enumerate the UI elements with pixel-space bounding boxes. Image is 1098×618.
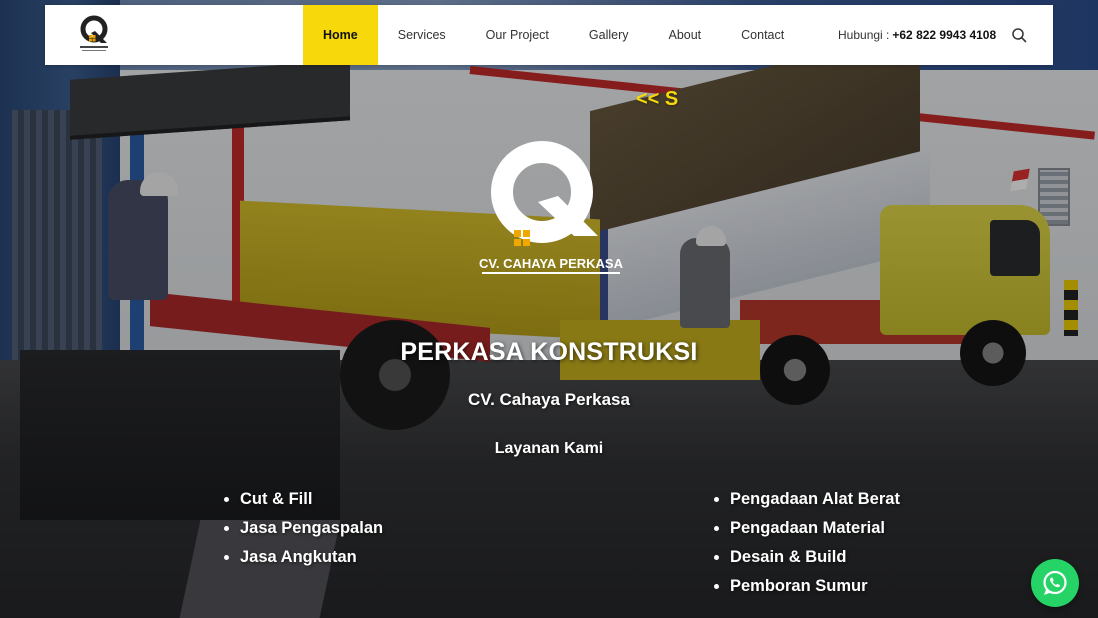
service-item-cut-fill: Cut & Fill: [222, 485, 383, 514]
services-list-right: Pengadaan Alat Berat Pengadaan Material …: [712, 485, 900, 601]
nav-item-our-project[interactable]: Our Project: [466, 5, 569, 65]
dark-overlay: [0, 0, 1098, 618]
contact-label: Hubungi :: [838, 28, 890, 42]
service-item-pengadaan-alat-berat: Pengadaan Alat Berat: [712, 485, 900, 514]
marquee-text: << S: [636, 88, 679, 110]
hero-subtitle: CV. Cahaya Perkasa: [468, 390, 630, 409]
service-item-pemboran-sumur: Pemboran Sumur: [712, 572, 900, 601]
service-item-jasa-pengaspalan: Jasa Pengaspalan: [222, 514, 383, 543]
contact-phone[interactable]: Hubungi : +62 822 9943 4108: [838, 5, 996, 65]
whatsapp-icon: [1043, 570, 1067, 595]
hero-title: PERKASA KONSTRUKSI: [400, 338, 698, 366]
hero-logo: CV. CAHAYA PERKASA: [479, 141, 624, 274]
nav-item-services[interactable]: Services: [378, 5, 466, 65]
site-header: Home Services Our Project Gallery About …: [45, 5, 1053, 65]
nav-item-about[interactable]: About: [648, 5, 721, 65]
nav-item-gallery[interactable]: Gallery: [569, 5, 649, 65]
nav-item-contact[interactable]: Contact: [721, 5, 804, 65]
service-item-pengadaan-material: Pengadaan Material: [712, 514, 900, 543]
services-list-left: Cut & Fill Jasa Pengaspalan Jasa Angkuta…: [222, 485, 383, 572]
services-heading: Layanan Kami: [494, 440, 604, 457]
hero-logo-text: CV. CAHAYA PERKASA: [479, 256, 624, 271]
main-nav: Home Services Our Project Gallery About …: [303, 5, 804, 65]
running-text-marquee: << S: [636, 88, 680, 116]
nav-item-home[interactable]: Home: [303, 5, 378, 65]
service-item-desain-build: Desain & Build: [712, 543, 900, 572]
service-item-jasa-angkutan: Jasa Angkutan: [222, 543, 383, 572]
whatsapp-button[interactable]: [1031, 559, 1079, 607]
contact-phone-number[interactable]: +62 822 9943 4108: [892, 28, 996, 42]
cahaya-perkasa-logo-icon[interactable]: [77, 15, 111, 53]
search-icon[interactable]: [1011, 27, 1027, 43]
